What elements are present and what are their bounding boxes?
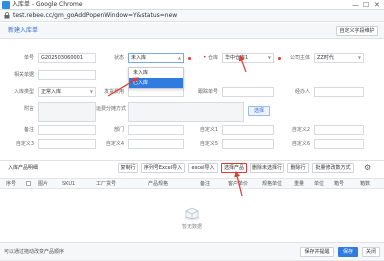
annotation-arrows	[107, 54, 247, 197]
arrow-to-select-product	[234, 170, 243, 197]
arrow-to-warehouse	[238, 54, 247, 73]
browser-window: 入库单 - Google Chrome — ☐ ✕ test.rebee.cc/…	[0, 0, 384, 260]
arrow-to-status-option	[107, 77, 140, 97]
